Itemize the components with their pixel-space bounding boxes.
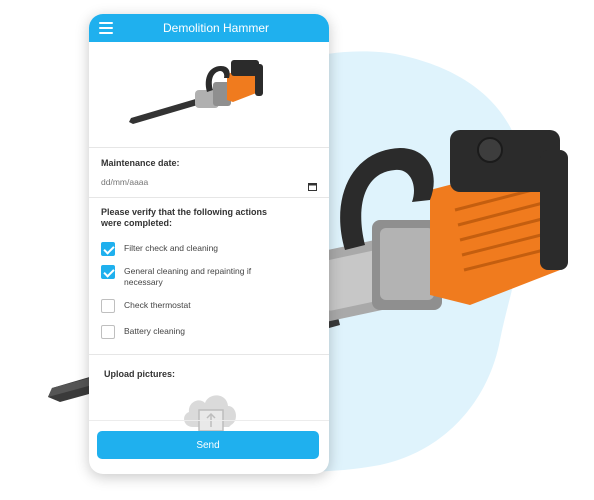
maintenance-date-input[interactable] [101,177,261,187]
cloud-upload-icon[interactable] [179,387,241,435]
checkbox-unchecked[interactable] [101,299,115,313]
product-image-area [89,42,329,148]
calendar-icon[interactable] [308,178,317,191]
date-field[interactable] [101,174,317,191]
upload-dropzone[interactable] [101,379,317,439]
page-title: Demolition Hammer [162,21,270,35]
verification-section: Please verify that the following actions… [89,198,329,354]
send-button[interactable]: Send [97,431,319,459]
checkbox-checked[interactable] [101,265,115,279]
mobile-form-card: Demolition Hammer Maintenance date: dd/m… [89,14,329,474]
checkbox-checked[interactable] [101,242,115,256]
hamburger-menu-icon[interactable] [99,22,113,34]
maintenance-date-label: Maintenance date: [101,158,180,168]
checklist-item-battery[interactable]: Battery cleaning [101,325,317,339]
stage: Demolition Hammer Maintenance date: dd/m… [0,0,594,500]
verification-heading: Please verify that the following actions… [101,207,268,228]
product-thumbnail [129,60,263,124]
upload-section: Upload pictures: [89,355,329,439]
general-cleaning-label: General cleaning and repainting if neces… [124,266,252,287]
checklist-item-general-cleaning[interactable]: General cleaning and repainting if neces… [101,265,317,288]
checklist-item-filter[interactable]: Filter check and cleaning [101,242,317,256]
upload-label: Upload pictures: [104,369,176,379]
maintenance-section: Maintenance date: [89,148,329,197]
checklist-item-thermostat[interactable]: Check thermostat [101,299,317,313]
checkbox-unchecked[interactable] [101,325,115,339]
app-header: Demolition Hammer [89,14,329,42]
footer-divider [89,420,329,421]
